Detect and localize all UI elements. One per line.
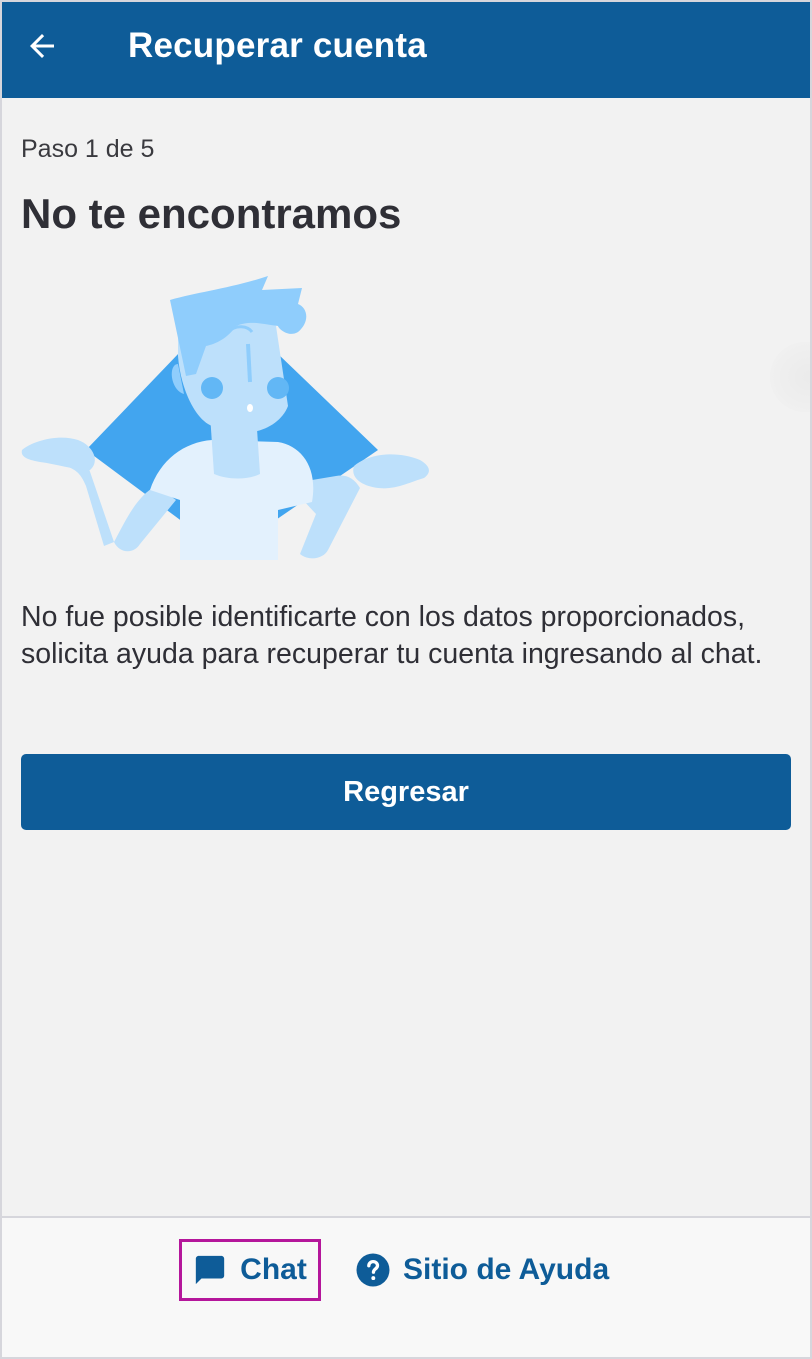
help-label: Sitio de Ayuda [403, 1253, 610, 1286]
screen: Recuperar cuenta Paso 1 de 5 No te encon… [0, 0, 812, 1359]
question-circle-icon [356, 1253, 390, 1287]
chat-link[interactable]: Chat [179, 1239, 321, 1301]
edge-shadow [770, 342, 810, 412]
back-button[interactable] [16, 20, 68, 72]
shrugging-person-illustration [21, 276, 429, 560]
footer-bar: Chat Sitio de Ayuda [2, 1216, 810, 1357]
chat-bubble-icon [195, 1255, 225, 1285]
step-indicator: Paso 1 de 5 [21, 135, 155, 163]
regresar-button[interactable]: Regresar [21, 754, 791, 830]
chat-label: Chat [240, 1253, 307, 1286]
error-message: No fue posible identificarte con los dat… [21, 601, 763, 670]
help-site-link[interactable]: Sitio de Ayuda [355, 1239, 609, 1301]
arrow-left-icon [30, 34, 54, 58]
app-bar: Recuperar cuenta [2, 2, 810, 98]
page-title: Recuperar cuenta [128, 26, 427, 65]
heading: No te encontramos [21, 190, 402, 237]
